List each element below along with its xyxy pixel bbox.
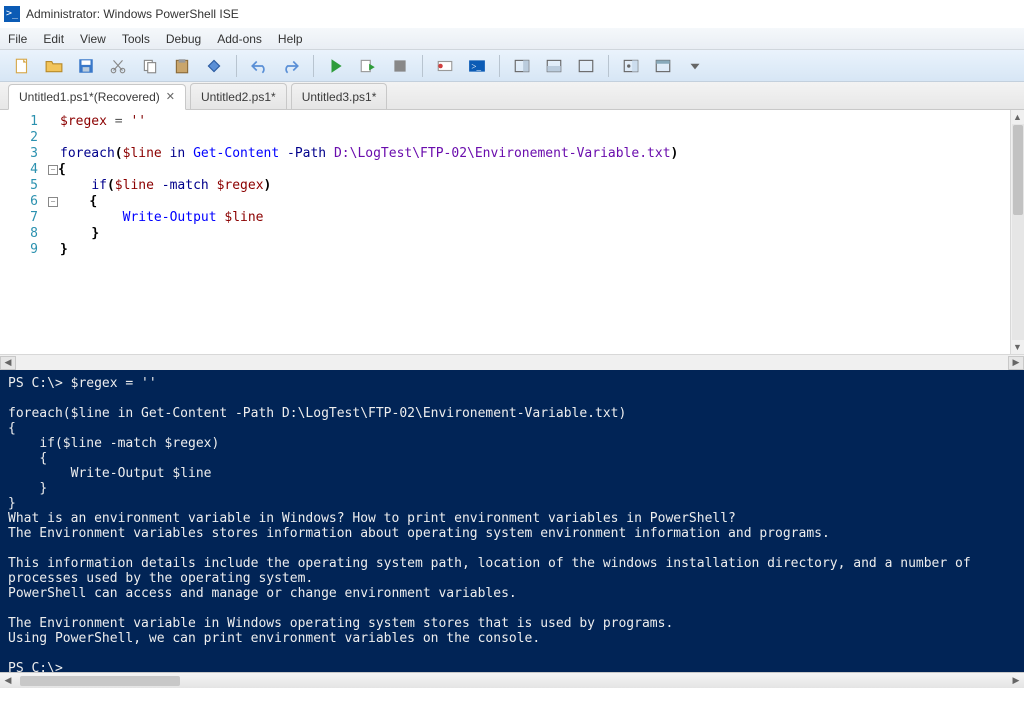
code-line[interactable]: $regex = '' [48, 114, 1024, 130]
copy-icon[interactable] [136, 52, 164, 80]
save-icon[interactable] [72, 52, 100, 80]
scroll-right-icon[interactable]: ▶ [1008, 674, 1024, 688]
code-line[interactable] [48, 130, 1024, 146]
tab-label: Untitled1.ps1*(Recovered) [19, 84, 160, 110]
show-commands-icon[interactable] [617, 52, 645, 80]
powershell-icon[interactable]: >_ [463, 52, 491, 80]
script-editor[interactable]: 123456789 $regex = '' foreach($line in Ge… [0, 110, 1024, 354]
menu-file[interactable]: File [8, 32, 27, 46]
toolbar-separator [422, 55, 423, 77]
tab-file-1[interactable]: Untitled2.ps1* [190, 83, 287, 109]
line-number: 6 [0, 194, 38, 210]
code-area[interactable]: $regex = '' foreach($line in Get-Content … [44, 110, 1024, 354]
window-title: Administrator: Windows PowerShell ISE [26, 7, 239, 21]
menu-edit[interactable]: Edit [43, 32, 64, 46]
open-file-icon[interactable] [40, 52, 68, 80]
line-number: 4 [0, 162, 38, 178]
scroll-thumb[interactable] [1013, 125, 1023, 215]
tab-label: Untitled2.ps1* [201, 84, 276, 110]
titlebar: >_ Administrator: Windows PowerShell ISE [0, 0, 1024, 28]
scroll-down-icon[interactable]: ▼ [1012, 340, 1024, 354]
app-icon: >_ [4, 6, 20, 22]
code-line[interactable]: if($line -match $regex) [48, 178, 1024, 194]
toolbar-separator [236, 55, 237, 77]
code-line[interactable]: } [48, 242, 1024, 258]
close-icon[interactable]: ✕ [166, 84, 175, 110]
menu-help[interactable]: Help [278, 32, 303, 46]
code-line[interactable]: foreach($line in Get-Content -Path D:\Lo… [48, 146, 1024, 162]
breakpoint-icon[interactable] [431, 52, 459, 80]
line-number: 3 [0, 146, 38, 162]
line-number: 9 [0, 242, 38, 258]
clear-icon[interactable] [200, 52, 228, 80]
toolbar-separator [313, 55, 314, 77]
toolbar: >_ [0, 50, 1024, 82]
scroll-left-icon[interactable]: ◀ [0, 356, 16, 370]
scroll-up-icon[interactable]: ▲ [1012, 110, 1024, 124]
line-number: 8 [0, 226, 38, 242]
run-selection-icon[interactable] [354, 52, 382, 80]
layout-split-icon[interactable] [540, 52, 568, 80]
layout-bottom-icon[interactable] [572, 52, 600, 80]
menu-add-ons[interactable]: Add-ons [217, 32, 262, 46]
code-line[interactable]: −{ [48, 162, 1024, 178]
dropdown-icon[interactable] [681, 52, 709, 80]
line-number: 2 [0, 130, 38, 146]
code-line[interactable]: − { [48, 194, 1024, 210]
editor-vertical-scrollbar[interactable]: ▲ ▼ [1010, 110, 1024, 354]
fold-toggle-icon[interactable]: − [48, 197, 58, 207]
code-line[interactable]: } [48, 226, 1024, 242]
line-gutter: 123456789 [0, 110, 44, 354]
paste-icon[interactable] [168, 52, 196, 80]
editor-horizontal-scrollbar[interactable]: ◀ ▶ [0, 354, 1024, 370]
scroll-right-icon[interactable]: ▶ [1008, 356, 1024, 370]
layout-right-icon[interactable] [508, 52, 536, 80]
console-horizontal-scrollbar[interactable]: ◀ ▶ [0, 672, 1024, 688]
menubar: File Edit View Tools Debug Add-ons Help [0, 28, 1024, 50]
redo-icon[interactable] [277, 52, 305, 80]
tab-file-0[interactable]: Untitled1.ps1*(Recovered)✕ [8, 84, 186, 110]
run-icon[interactable] [322, 52, 350, 80]
scroll-left-icon[interactable]: ◀ [0, 674, 16, 688]
line-number: 5 [0, 178, 38, 194]
code-line[interactable]: Write-Output $line [48, 210, 1024, 226]
menu-debug[interactable]: Debug [166, 32, 201, 46]
tab-file-2[interactable]: Untitled3.ps1* [291, 83, 388, 109]
scroll-thumb[interactable] [20, 676, 180, 686]
fold-toggle-icon[interactable]: − [48, 165, 58, 175]
scroll-track[interactable] [1012, 124, 1024, 340]
menu-tools[interactable]: Tools [122, 32, 150, 46]
line-number: 1 [0, 114, 38, 130]
undo-icon[interactable] [245, 52, 273, 80]
tabs-row: Untitled1.ps1*(Recovered)✕ Untitled2.ps1*… [0, 82, 1024, 110]
line-number: 7 [0, 210, 38, 226]
show-toolbar-icon[interactable] [649, 52, 677, 80]
new-file-icon[interactable] [8, 52, 36, 80]
tab-label: Untitled3.ps1* [302, 84, 377, 110]
console-pane[interactable]: PS C:\> $regex = '' foreach($line in Get… [0, 370, 1024, 672]
toolbar-separator [608, 55, 609, 77]
menu-view[interactable]: View [80, 32, 106, 46]
svg-text:>_: >_ [471, 61, 481, 71]
toolbar-separator [499, 55, 500, 77]
cut-icon[interactable] [104, 52, 132, 80]
stop-icon[interactable] [386, 52, 414, 80]
